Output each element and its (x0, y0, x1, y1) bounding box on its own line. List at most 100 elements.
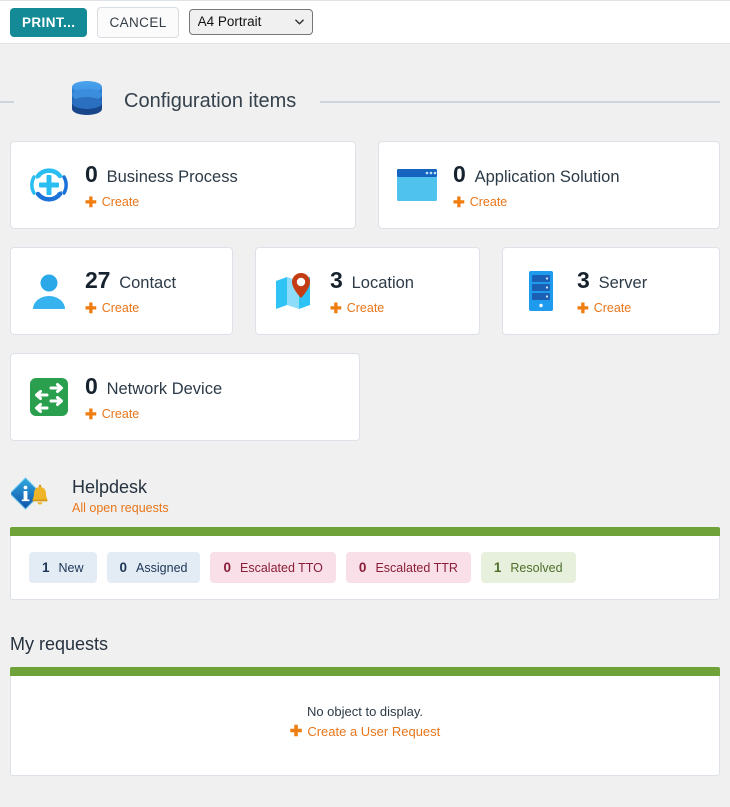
plus-icon: ✚ (85, 407, 97, 421)
database-icon (70, 80, 104, 123)
plus-icon: ✚ (577, 301, 589, 315)
card-count: 27 (85, 267, 110, 294)
my-requests-panel: No object to display. ✚ Create a User Re… (10, 676, 720, 776)
badge-label: Resolved (510, 561, 562, 575)
business-process-icon (27, 163, 71, 207)
page-format-select[interactable]: A4 Portrait (189, 9, 313, 35)
card-label: Location (352, 274, 414, 293)
helpdesk-status-badges: 1 New 0 Assigned 0 Escalated TTO 0 Escal… (11, 536, 719, 599)
create-link-contact[interactable]: ✚ Create (85, 301, 176, 315)
card-server[interactable]: 3 Server ✚ Create (502, 247, 720, 335)
card-application-solution[interactable]: 0 Application Solution ✚ Create (378, 141, 720, 229)
configuration-cards: 0 Business Process ✚ Create (0, 141, 730, 441)
plus-icon: ✚ (85, 301, 97, 315)
create-label: Create (102, 301, 140, 315)
badge-count: 1 (42, 560, 50, 575)
create-user-request-link[interactable]: ✚ Create a User Request (290, 724, 441, 739)
my-requests-empty-state: No object to display. ✚ Create a User Re… (11, 676, 719, 775)
card-count: 3 (577, 267, 590, 294)
print-toolbar: PRINT... CANCEL A4 Portrait (0, 0, 730, 44)
status-badge-new[interactable]: 1 New (29, 552, 97, 583)
helpdesk-panel-accent-bar (10, 527, 720, 536)
create-label: Create (102, 195, 140, 209)
badge-count: 1 (494, 560, 502, 575)
contact-person-icon (27, 269, 71, 313)
card-label: Server (599, 274, 648, 293)
badge-label: Escalated TTO (240, 561, 323, 575)
helpdesk-header: Helpdesk All open requests (0, 477, 730, 515)
plus-icon: ✚ (85, 195, 97, 209)
badge-count: 0 (223, 560, 231, 575)
card-label: Network Device (107, 380, 223, 399)
status-badge-escalated-tto[interactable]: 0 Escalated TTO (210, 552, 335, 583)
map-pin-icon (272, 269, 316, 313)
card-location[interactable]: 3 Location ✚ Create (255, 247, 480, 335)
helpdesk-all-open-requests-link[interactable]: All open requests (72, 501, 169, 515)
badge-label: New (59, 561, 84, 575)
card-row-2: 27 Contact ✚ Create (10, 247, 720, 335)
section-title: Configuration items (124, 90, 296, 113)
header-rule-right (320, 101, 720, 103)
create-link-server[interactable]: ✚ Create (577, 301, 647, 315)
status-badge-assigned[interactable]: 0 Assigned (107, 552, 201, 583)
card-body: 0 Network Device ✚ Create (85, 373, 222, 421)
cancel-button[interactable]: CANCEL (97, 7, 178, 38)
card-headline: 3 Location (330, 267, 414, 294)
card-count: 0 (85, 161, 98, 188)
card-body: 3 Server ✚ Create (577, 267, 647, 315)
badge-label: Assigned (136, 561, 187, 575)
card-headline: 0 Application Solution (453, 161, 620, 188)
badge-count: 0 (359, 560, 367, 575)
page-format-select-wrapper: A4 Portrait (189, 9, 313, 35)
card-row-3: 0 Network Device ✚ Create (10, 353, 720, 441)
create-link-location[interactable]: ✚ Create (330, 301, 414, 315)
card-headline: 0 Business Process (85, 161, 238, 188)
application-window-icon (395, 163, 439, 207)
card-label: Business Process (107, 168, 238, 187)
helpdesk-title: Helpdesk (72, 477, 169, 498)
card-business-process[interactable]: 0 Business Process ✚ Create (10, 141, 356, 229)
status-badge-escalated-ttr[interactable]: 0 Escalated TTR (346, 552, 471, 583)
card-count: 0 (453, 161, 466, 188)
create-link-business-process[interactable]: ✚ Create (85, 195, 238, 209)
badge-label: Escalated TTR (375, 561, 457, 575)
create-user-request-label: Create a User Request (307, 724, 440, 739)
badge-count: 0 (120, 560, 128, 575)
plus-icon: ✚ (453, 195, 465, 209)
card-count: 0 (85, 373, 98, 400)
plus-icon: ✚ (290, 724, 303, 739)
create-label: Create (347, 301, 385, 315)
header-rule-left (0, 101, 14, 103)
card-body: 27 Contact ✚ Create (85, 267, 176, 315)
dashboard-content: Configuration items (0, 80, 730, 776)
plus-icon: ✚ (330, 301, 342, 315)
card-network-device[interactable]: 0 Network Device ✚ Create (10, 353, 360, 441)
network-switch-icon (27, 375, 71, 419)
create-link-application-solution[interactable]: ✚ Create (453, 195, 620, 209)
create-label: Create (470, 195, 508, 209)
card-count: 3 (330, 267, 343, 294)
card-headline: 27 Contact (85, 267, 176, 294)
empty-message: No object to display. (21, 704, 709, 719)
card-body: 0 Application Solution ✚ Create (453, 161, 620, 209)
create-label: Create (594, 301, 632, 315)
card-headline: 0 Network Device (85, 373, 222, 400)
my-requests-title: My requests (0, 634, 730, 655)
create-label: Create (102, 407, 140, 421)
helpdesk-panel: 1 New 0 Assigned 0 Escalated TTO 0 Escal… (10, 536, 720, 600)
card-label: Contact (119, 274, 176, 293)
card-label: Application Solution (475, 168, 620, 187)
configuration-items-header: Configuration items (0, 80, 720, 123)
helpdesk-text: Helpdesk All open requests (72, 477, 169, 515)
card-contact[interactable]: 27 Contact ✚ Create (10, 247, 233, 335)
my-requests-panel-accent-bar (10, 667, 720, 676)
card-headline: 3 Server (577, 267, 647, 294)
info-bell-icon (10, 477, 52, 515)
server-rack-icon (519, 269, 563, 313)
card-body: 3 Location ✚ Create (330, 267, 414, 315)
card-body: 0 Business Process ✚ Create (85, 161, 238, 209)
print-button[interactable]: PRINT... (10, 8, 87, 37)
card-row-1: 0 Business Process ✚ Create (10, 141, 720, 229)
create-link-network-device[interactable]: ✚ Create (85, 407, 222, 421)
status-badge-resolved[interactable]: 1 Resolved (481, 552, 576, 583)
